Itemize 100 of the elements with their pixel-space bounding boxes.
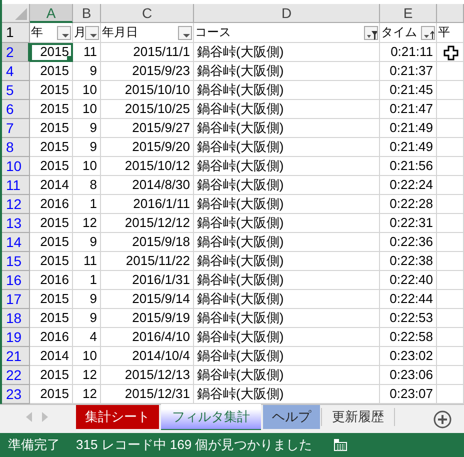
column-header[interactable]: B [73, 4, 101, 23]
table-cell: 鍋谷峠(大阪側) [197, 291, 284, 306]
table-cell: 2015 [40, 367, 69, 382]
row-header[interactable]: 14 [2, 233, 30, 252]
row-header[interactable]: 15 [2, 252, 30, 271]
table-cell: 2015/9/20 [132, 139, 190, 154]
active-cell[interactable]: 2015 [30, 43, 73, 62]
table-cell: 2015/9/23 [132, 63, 190, 78]
row-header[interactable]: 21 [2, 347, 30, 366]
table-cell: 0:21:45 [390, 82, 433, 97]
row-header[interactable]: 4 [2, 62, 30, 81]
row-header[interactable]: 6 [2, 100, 30, 119]
table-cell: 2015 [40, 101, 69, 116]
table-cell: 2016 [40, 329, 69, 344]
table-cell: 0:22:31 [390, 215, 433, 230]
row-header[interactable]: 8 [2, 138, 30, 157]
row-header[interactable]: 13 [2, 214, 30, 233]
row-header[interactable]: 22 [2, 366, 30, 385]
status-text: 準備完了 [8, 436, 60, 454]
column-header[interactable]: A [30, 4, 73, 23]
table-cell: 2015/9/18 [132, 234, 190, 249]
fill-handle[interactable] [67, 56, 72, 61]
grid-sheet-icon [334, 439, 348, 451]
table-cell: 2015 [40, 310, 69, 325]
table-cell: 2014/10/4 [132, 348, 190, 363]
table-cell: 鍋谷峠(大阪側) [197, 196, 284, 211]
table-cell: 鍋谷峠(大阪側) [197, 234, 284, 249]
column-header[interactable]: C [101, 4, 194, 23]
table-cell: 鍋谷峠(大阪側) [197, 329, 284, 344]
table-cell: 2016/4/10 [132, 329, 190, 344]
filter-result-text: 315 レコード中 169 個が見つかりました [76, 436, 312, 454]
row-header[interactable]: 7 [2, 119, 30, 138]
filter-dropdown-button[interactable] [178, 26, 192, 40]
table-cell: 2015 [40, 253, 69, 268]
row-header[interactable]: 2 [2, 43, 30, 62]
table-cell: 2015/10/12 [124, 158, 190, 173]
filter-icon [365, 28, 377, 40]
table-cell: 2016 [40, 196, 69, 211]
row-header[interactable]: 11 [2, 176, 30, 195]
row-header[interactable]: 5 [2, 81, 30, 100]
sheet-tab[interactable]: 集計シート [76, 405, 159, 429]
table-cell: 2015 [40, 158, 69, 173]
table-cell: 鍋谷峠(大阪側) [197, 139, 284, 154]
row-header[interactable]: 16 [2, 271, 30, 290]
cursor-plus-icon [443, 45, 459, 61]
row-header[interactable]: 1 [2, 23, 30, 43]
column-header[interactable]: D [194, 4, 380, 23]
row-header[interactable]: 18 [2, 309, 30, 328]
column-title: 月 [74, 25, 86, 39]
table-cell: 鍋谷峠(大阪側) [197, 177, 284, 192]
table-cell: 0:21:37 [390, 63, 433, 78]
row-header[interactable]: 10 [2, 157, 30, 176]
table-cell: 鍋谷峠(大阪側) [197, 272, 284, 287]
column-title: 年 [31, 25, 43, 39]
table-cell: 2015 [40, 215, 69, 230]
table-cell: 鍋谷峠(大阪側) [197, 101, 284, 116]
table-cell: 11 [84, 253, 97, 268]
row-header[interactable]: 12 [2, 195, 30, 214]
plus-circle-icon [433, 410, 452, 429]
table-cell: 0:22:44 [390, 291, 433, 306]
table-cell: 2015/11/1 [133, 44, 190, 59]
table-cell: 9 [90, 291, 97, 306]
table-cell: 2015 [40, 139, 69, 154]
table-cell: 鍋谷峠(大阪側) [197, 215, 284, 230]
table-cell: 2016 [40, 272, 69, 287]
table-cell: 2016/1/31 [132, 272, 190, 287]
column-title: 平 [438, 25, 450, 39]
table-cell: 9 [90, 234, 97, 249]
filter-dropdown-button[interactable] [57, 26, 71, 40]
table-cell: 0:23:02 [390, 348, 433, 363]
table-cell: 0:23:06 [390, 367, 433, 382]
table-cell: 0:22:53 [390, 310, 433, 325]
table-cell: 9 [90, 120, 97, 135]
table-cell: 0:21:49 [390, 120, 433, 135]
sheet-tab[interactable]: フィルタ集計 [161, 404, 261, 429]
column-header[interactable]: E [380, 4, 437, 23]
filter-dropdown-button[interactable] [364, 26, 378, 40]
table-cell: 2014 [40, 348, 69, 363]
table-cell: 2015/12/12 [124, 215, 190, 230]
table-cell: 10 [82, 348, 97, 363]
row-header[interactable]: 23 [2, 385, 30, 404]
row-header[interactable]: 19 [2, 328, 30, 347]
add-sheet-button[interactable] [433, 410, 452, 429]
table-cell: 0:22:58 [390, 329, 433, 344]
filter-dropdown-button[interactable] [421, 26, 435, 40]
column-title: 年月日 [102, 25, 138, 39]
table-cell: 鍋谷峠(大阪側) [197, 82, 284, 97]
table-cell: 0:21:49 [390, 139, 433, 154]
sheet-tab[interactable]: ヘルプ [263, 405, 320, 429]
table-cell: 9 [90, 139, 97, 154]
table-cell: 2015 [40, 63, 69, 78]
table-cell: 鍋谷峠(大阪側) [197, 44, 284, 59]
sheet-tab[interactable]: 更新履歴 [323, 405, 393, 429]
sort-ascending-icon [422, 28, 434, 40]
table-cell: 0:23:07 [390, 386, 433, 401]
row-header[interactable]: 17 [2, 290, 30, 309]
table-cell: 0:21:47 [390, 101, 433, 116]
filter-dropdown-button[interactable] [85, 26, 99, 40]
table-cell: 11 [84, 44, 97, 59]
column-title: コース [195, 25, 231, 39]
